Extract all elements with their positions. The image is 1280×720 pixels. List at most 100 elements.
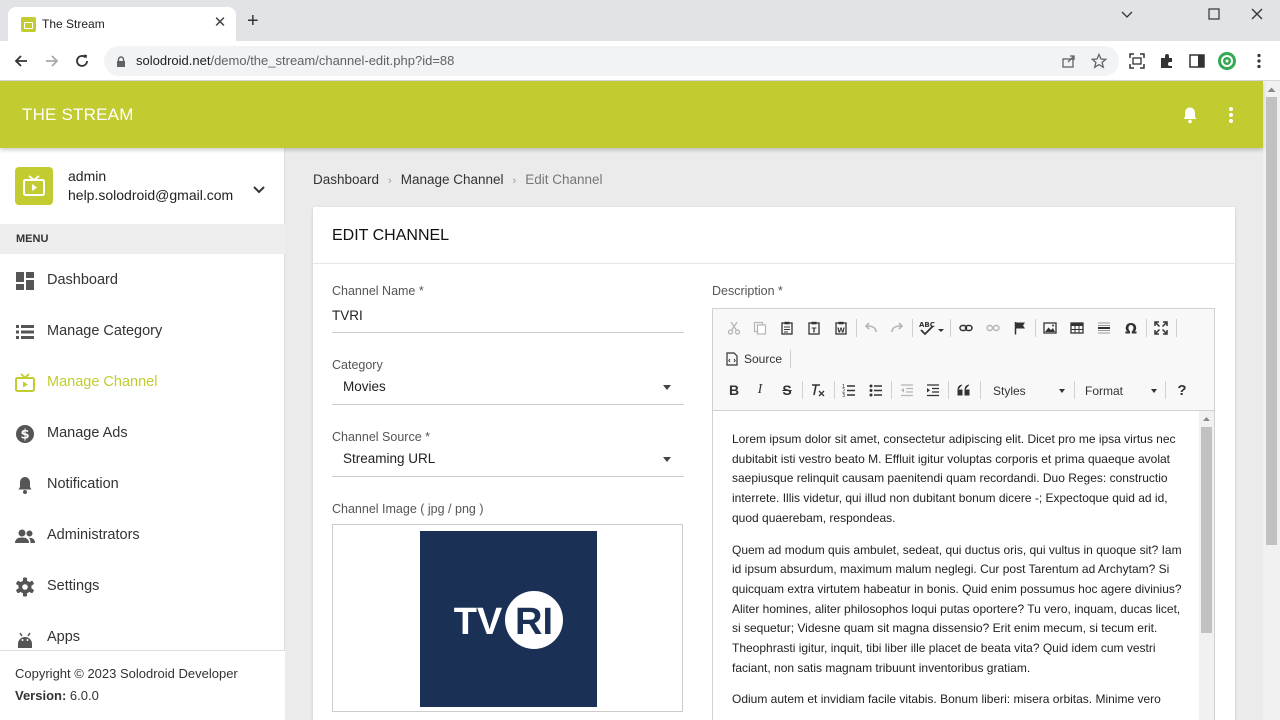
breadcrumb-current: Edit Channel: [525, 172, 603, 187]
spellcheck-icon[interactable]: ABC: [918, 318, 946, 338]
source-document-icon[interactable]: [724, 349, 740, 369]
breadcrumb-dashboard[interactable]: Dashboard: [313, 172, 379, 187]
address-bar[interactable]: solodroid.net/demo/the_stream/channel-ed…: [104, 46, 1119, 76]
chevron-down-icon[interactable]: [252, 182, 266, 200]
tv-favicon-icon: [21, 17, 36, 32]
page-scrollbar[interactable]: [1263, 81, 1280, 720]
styles-dropdown[interactable]: Styles: [993, 381, 1065, 401]
table-icon[interactable]: [1067, 318, 1087, 338]
channel-source-select[interactable]: Streaming URL: [343, 451, 435, 466]
toolbar-separator: [980, 381, 981, 399]
people-icon: [14, 525, 36, 547]
special-character-icon[interactable]: Ω: [1121, 318, 1141, 338]
format-caret-icon: [1151, 389, 1157, 393]
sidebar-item-administrators[interactable]: Administrators: [0, 515, 285, 555]
forward-icon[interactable]: [40, 49, 64, 73]
paste-icon[interactable]: [777, 318, 797, 338]
editor-scrollbar-thumb[interactable]: [1201, 427, 1212, 633]
side-panel-icon[interactable]: [1188, 52, 1206, 70]
format-dropdown[interactable]: Format: [1085, 381, 1157, 401]
breadcrumb-separator-icon: ›: [512, 175, 517, 187]
paste-text-icon[interactable]: T: [804, 318, 824, 338]
sidebar-item-label: Settings: [47, 578, 100, 594]
styles-caret-icon: [1059, 389, 1065, 393]
editor-content-area[interactable]: Lorem ipsum dolor sit amet, consectetur …: [713, 410, 1214, 720]
page-title: EDIT CHANNEL: [332, 227, 450, 244]
unlink-icon[interactable]: [983, 318, 1003, 338]
editor-scrollbar[interactable]: [1199, 411, 1214, 720]
numbered-list-icon[interactable]: 123: [839, 380, 859, 400]
decrease-indent-icon[interactable]: [897, 380, 917, 400]
toolbar-separator: [912, 319, 913, 337]
blockquote-icon[interactable]: [954, 380, 974, 400]
extensions-puzzle-icon[interactable]: [1158, 52, 1176, 70]
category-caret-icon[interactable]: [663, 385, 671, 390]
page-scrollbar-thumb[interactable]: [1266, 97, 1277, 545]
gear-icon: [14, 576, 36, 598]
browser-toolbar: solodroid.net/demo/the_stream/channel-ed…: [0, 41, 1280, 81]
share-icon[interactable]: [1061, 53, 1077, 69]
dashboard-icon: [14, 270, 36, 292]
window-close-icon[interactable]: [1242, 7, 1272, 24]
app-title[interactable]: THE STREAM: [22, 105, 134, 125]
toolbar-separator: [1035, 319, 1036, 337]
sidebar-item-settings[interactable]: Settings: [0, 566, 285, 606]
notification-bell-icon[interactable]: [1181, 106, 1199, 129]
browser-tab-strip: The Stream ✕ +: [0, 0, 1280, 41]
minimize-icon[interactable]: [1112, 7, 1142, 24]
bookmark-star-icon[interactable]: [1090, 52, 1108, 69]
breadcrumb-manage-channel[interactable]: Manage Channel: [401, 172, 504, 187]
browser-tab[interactable]: The Stream ✕: [8, 7, 236, 41]
category-select[interactable]: Movies: [343, 379, 386, 394]
bulleted-list-icon[interactable]: [866, 380, 886, 400]
channel-name-input[interactable]: TVRI: [332, 308, 363, 323]
tab-title: The Stream: [42, 17, 105, 31]
increase-indent-icon[interactable]: [923, 380, 943, 400]
sidebar-item-manage-channel[interactable]: Manage Channel: [0, 362, 285, 402]
screen-capture-icon[interactable]: [1128, 52, 1146, 70]
strikethrough-icon[interactable]: S: [777, 380, 797, 400]
description-paragraph: Lorem ipsum dolor sit amet, consectetur …: [732, 432, 1176, 525]
svg-text:W: W: [837, 327, 845, 335]
italic-icon[interactable]: I: [750, 380, 770, 400]
sidebar-item-dashboard[interactable]: Dashboard: [0, 260, 285, 300]
help-icon[interactable]: ?: [1172, 380, 1192, 400]
sidebar-item-notification[interactable]: Notification: [0, 464, 285, 504]
browser-menu-icon[interactable]: [1250, 52, 1268, 70]
channel-source-caret-icon[interactable]: [663, 457, 671, 462]
category-underline: [332, 404, 684, 405]
reload-icon[interactable]: [70, 49, 94, 73]
user-info[interactable]: admin help.solodroid@gmail.com: [0, 148, 285, 224]
paste-from-word-icon[interactable]: W: [831, 318, 851, 338]
toolbar-separator: [948, 381, 949, 399]
toolbar-separator: [891, 381, 892, 399]
source-button[interactable]: Source: [744, 352, 782, 366]
android-icon: [14, 627, 36, 649]
link-icon[interactable]: [956, 318, 976, 338]
sidebar-item-label: Apps: [47, 629, 81, 645]
editor-text[interactable]: Lorem ipsum dolor sit amet, consectetur …: [732, 430, 1182, 720]
channel-image-preview[interactable]: TV RI: [332, 524, 683, 712]
tab-close-icon[interactable]: ✕: [212, 15, 228, 31]
remove-format-icon[interactable]: [808, 380, 828, 400]
profile-avatar-icon[interactable]: [1218, 52, 1236, 70]
image-icon[interactable]: [1040, 318, 1060, 338]
divider: [313, 263, 1235, 264]
dollar-icon: $: [14, 423, 36, 445]
copy-icon[interactable]: [750, 318, 770, 338]
new-tab-button[interactable]: +: [247, 11, 259, 31]
toolbar-separator: [1146, 319, 1147, 337]
sidebar-item-manage-ads[interactable]: $ Manage Ads: [0, 413, 285, 453]
cut-icon[interactable]: [724, 318, 744, 338]
maximize-icon[interactable]: [1199, 7, 1229, 24]
redo-icon[interactable]: [887, 318, 907, 338]
undo-icon[interactable]: [861, 318, 881, 338]
avatar: [15, 167, 53, 205]
maximize-editor-icon[interactable]: [1151, 318, 1171, 338]
anchor-flag-icon[interactable]: [1010, 318, 1030, 338]
more-options-icon[interactable]: [1226, 106, 1236, 129]
horizontal-line-icon[interactable]: [1094, 318, 1114, 338]
back-icon[interactable]: [9, 49, 33, 73]
bold-icon[interactable]: B: [724, 380, 744, 400]
sidebar-item-manage-category[interactable]: Manage Category: [0, 311, 285, 351]
